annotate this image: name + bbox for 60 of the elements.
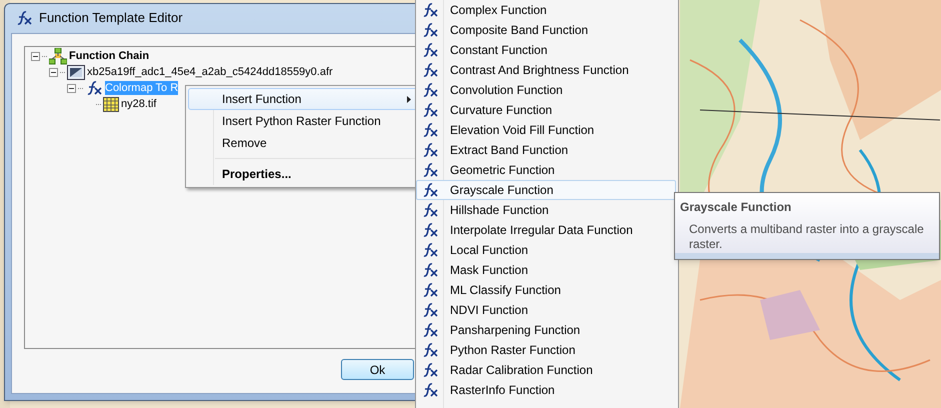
ok-button[interactable]: Ok (341, 359, 414, 380)
menu-item[interactable]: Insert Python Raster Function (188, 110, 418, 132)
function-icon (421, 262, 439, 278)
tooltip-title: Grayscale Function (680, 199, 792, 216)
menu-item[interactable]: Composite Band Function (416, 20, 676, 40)
menu-item[interactable]: Hillshade Function (416, 200, 676, 220)
function-icon (421, 82, 439, 98)
menu-item[interactable]: Curvature Function (416, 100, 676, 120)
function-icon (421, 102, 439, 118)
menu-item[interactable]: Local Function (416, 240, 676, 260)
menu-item[interactable]: RasterInfo Function (416, 380, 676, 400)
menu-item[interactable]: Remove (188, 132, 418, 154)
tree-item[interactable]: xb25a19ff_adc1_45e4_a2ab_c5424dd18559y0.afr (87, 65, 333, 79)
function-icon (421, 322, 439, 338)
submenu-arrow-icon (407, 96, 411, 103)
menu-item[interactable]: Properties... (188, 163, 418, 185)
function-icon (421, 2, 439, 18)
menu-item[interactable]: Geometric Function (416, 160, 676, 180)
function-icon (421, 362, 439, 378)
function-icon (421, 122, 439, 138)
function-icon (15, 10, 33, 26)
grid-icon (103, 96, 119, 112)
menu-item[interactable]: Grayscale Function (416, 180, 676, 200)
menu-item[interactable]: Complex Function (416, 0, 676, 20)
function-icon (421, 42, 439, 58)
menu-item[interactable]: Insert Function (188, 88, 418, 110)
function-icon (421, 342, 439, 358)
image-icon (67, 64, 85, 80)
function-icon (421, 182, 439, 198)
menu-item[interactable]: Interpolate Irregular Data Function (416, 220, 676, 240)
menu-item[interactable]: Extract Band Function (416, 140, 676, 160)
tooltip-text: Converts a multiband raster into a grayscale raster. (689, 222, 925, 252)
function-icon (421, 302, 439, 318)
collapse-icon[interactable] (49, 68, 58, 76)
collapse-icon[interactable] (67, 84, 76, 92)
menu-item[interactable]: Python Raster Function (416, 340, 676, 360)
menu-item[interactable]: ML Classify Function (416, 280, 676, 300)
menu-item[interactable]: Elevation Void Fill Function (416, 120, 676, 140)
function-icon (421, 282, 439, 298)
menu-item[interactable]: NDVI Function (416, 300, 676, 320)
function-icon (421, 162, 439, 178)
collapse-icon[interactable] (31, 52, 40, 60)
menu-item[interactable]: Convolution Function (416, 80, 676, 100)
menu-item[interactable]: Constant Function (416, 40, 676, 60)
function-icon (421, 382, 439, 398)
function-icon (421, 62, 439, 78)
function-icon (421, 202, 439, 218)
function-icon (421, 222, 439, 238)
menu-item[interactable]: Mask Function (416, 260, 676, 280)
menu-item[interactable]: Contrast And Brightness Function (416, 60, 676, 80)
network-icon (49, 48, 67, 64)
menu-item[interactable]: Radar Calibration Function (416, 360, 676, 380)
function-icon (421, 142, 439, 158)
window-title: Function Template Editor (39, 8, 183, 27)
function-icon (85, 80, 103, 96)
tree-item[interactable]: Function Chain (69, 49, 150, 63)
menu-item[interactable]: Pansharpening Function (416, 320, 676, 340)
function-icon (421, 242, 439, 258)
function-icon (421, 22, 439, 38)
tree-item[interactable]: ny28.tif (121, 97, 156, 111)
